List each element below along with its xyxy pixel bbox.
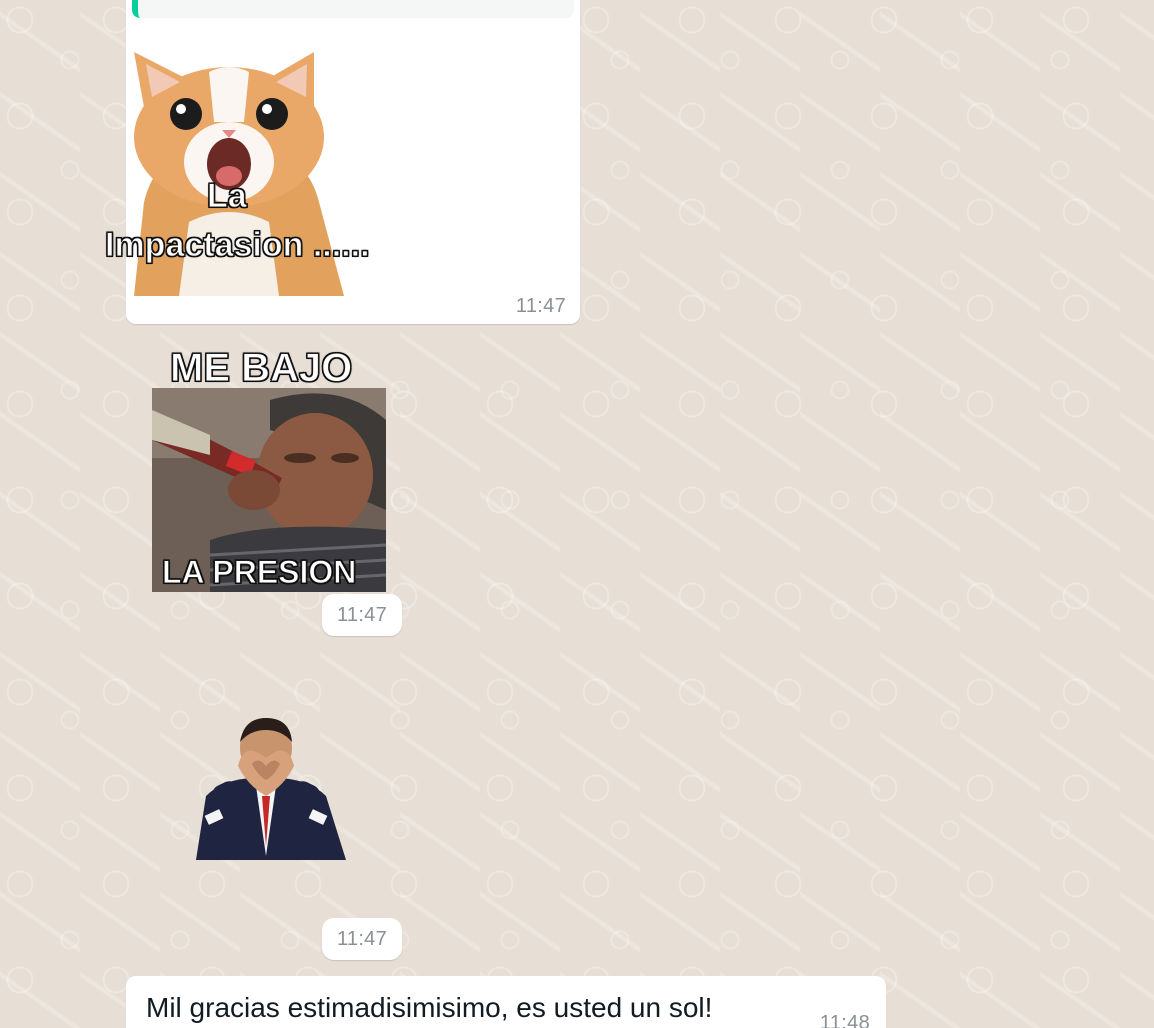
sticker-caption-line: Impactasion ...... (105, 226, 371, 265)
text-message-bubble[interactable]: Mil gracias estimadisimisimo, es usted u… (126, 976, 886, 1028)
message-time: 11:47 (336, 604, 388, 626)
sticker-caption-line: La (207, 177, 248, 216)
message-time: 11:48 (819, 1012, 870, 1028)
sticker-time-pill: 11:47 (322, 594, 402, 636)
sticker-time-pill: 11:47 (322, 918, 402, 960)
message-text: Mil gracias estimadisimisimo, es usted u… (146, 992, 713, 1023)
message-time: 11:47 (515, 295, 566, 317)
sticker-caption-bottom: LA PRESION (161, 554, 357, 591)
quoted-message-strip[interactable] (132, 0, 574, 18)
message-time: 11:47 (336, 928, 388, 950)
sticker-caption-top: ME BAJO (169, 346, 353, 391)
heart-hands-sticker-image[interactable] (186, 716, 346, 860)
